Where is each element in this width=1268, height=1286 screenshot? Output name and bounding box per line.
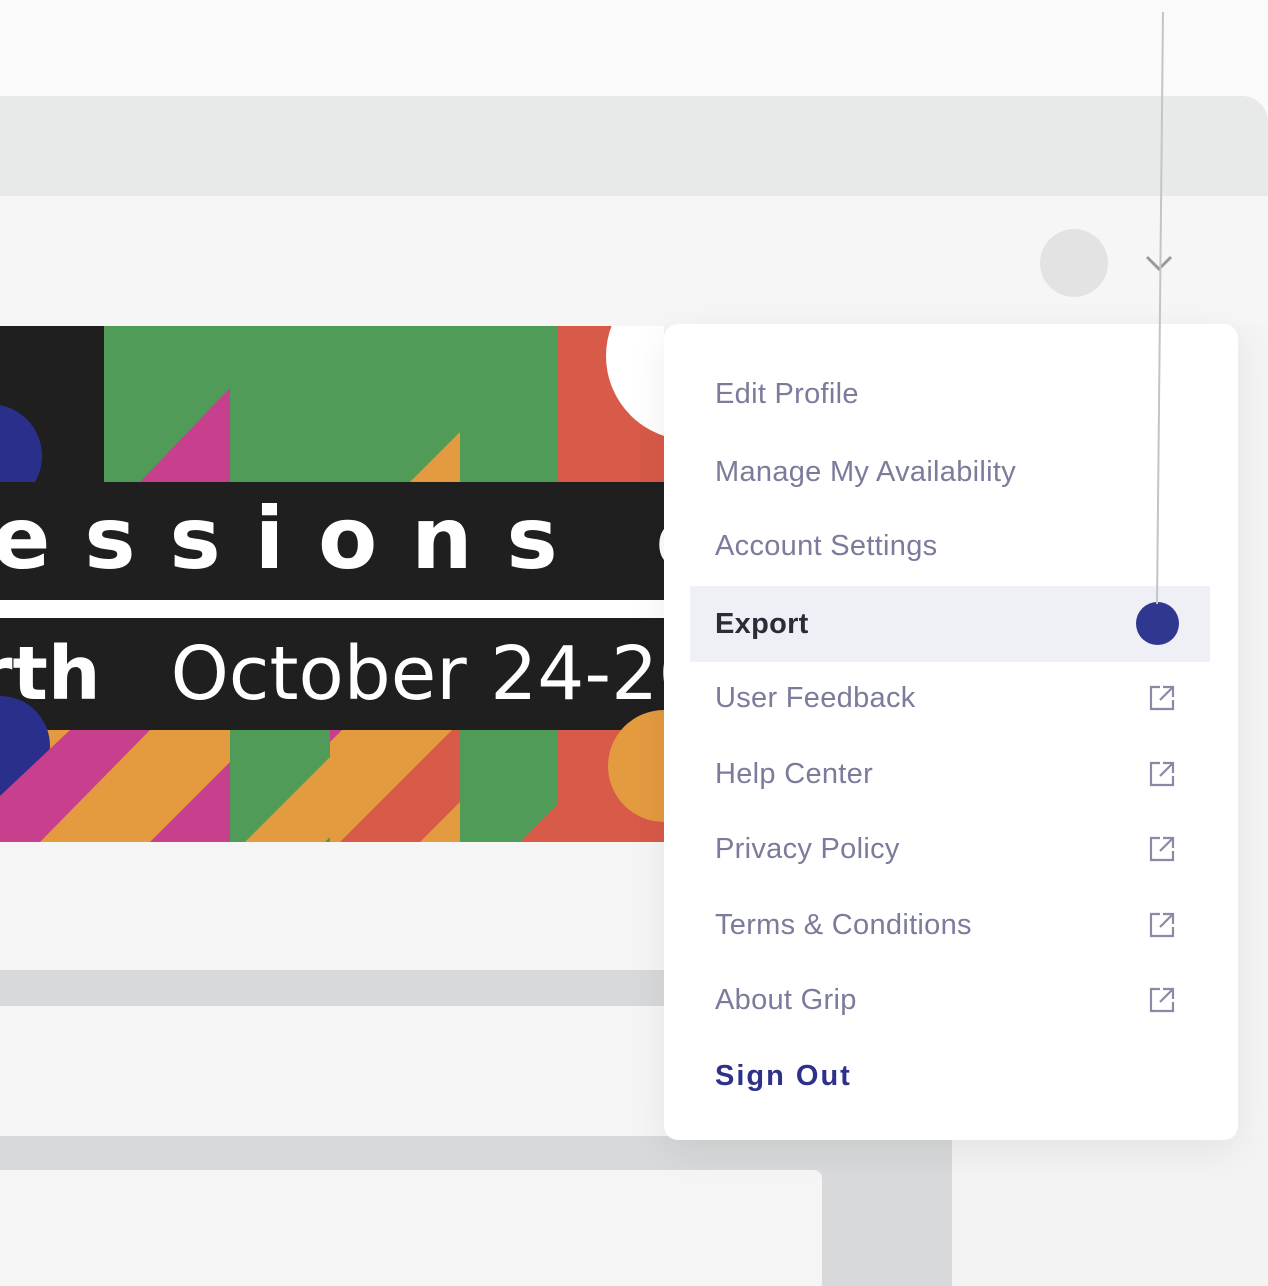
menu-item-help-center[interactable]: Help Center [690,736,1210,812]
menu-item-label: About Grip [715,983,857,1016]
menu-item-label: Manage My Availability [715,455,1017,488]
menu-item-label: Help Center [715,757,874,790]
external-link-icon [1149,987,1175,1013]
menu-item-user-feedback[interactable]: User Feedback [690,660,1210,736]
menu-item-account-settings[interactable]: Account Settings [690,508,1210,584]
menu-item-edit-profile[interactable]: Edit Profile [690,356,1210,432]
banner-location: rth [0,631,101,717]
external-link-icon [1149,685,1175,711]
banner-date: October 24-26 [170,631,664,717]
banner-title: essions e [0,489,664,589]
menu-item-label: Export [715,607,809,640]
content-card [0,1170,822,1286]
screen: essions e rth October 24-26 Edit Profile … [0,0,1268,1286]
menu-item-terms-conditions[interactable]: Terms & Conditions [690,887,1210,963]
sign-out-button[interactable]: Sign Out [690,1038,1210,1114]
event-banner-image: essions e rth October 24-26 [0,326,664,842]
menu-item-label: Terms & Conditions [715,908,972,941]
user-avatar[interactable] [1040,229,1108,297]
external-link-icon [1149,912,1175,938]
content-card [0,842,664,970]
sign-out-label: Sign Out [715,1059,852,1092]
menu-item-privacy-policy[interactable]: Privacy Policy [690,811,1210,887]
menu-item-export[interactable]: Export [690,586,1210,662]
user-menu-dropdown: Edit Profile Manage My Availability Acco… [664,324,1238,1140]
side-panel [952,1136,1268,1286]
menu-item-about-grip[interactable]: About Grip [690,962,1210,1038]
pointer-dot-indicator [1136,602,1179,645]
external-link-icon [1149,836,1175,862]
menu-item-label: Account Settings [715,529,938,562]
external-link-icon [1149,761,1175,787]
banner-date-line: rth October 24-26 [0,618,664,730]
chevron-down-icon[interactable] [1144,250,1174,274]
menu-item-label: Edit Profile [715,377,859,410]
menu-item-label: User Feedback [715,681,916,714]
menu-item-label: Privacy Policy [715,832,900,865]
menu-item-manage-availability[interactable]: Manage My Availability [690,434,1210,510]
